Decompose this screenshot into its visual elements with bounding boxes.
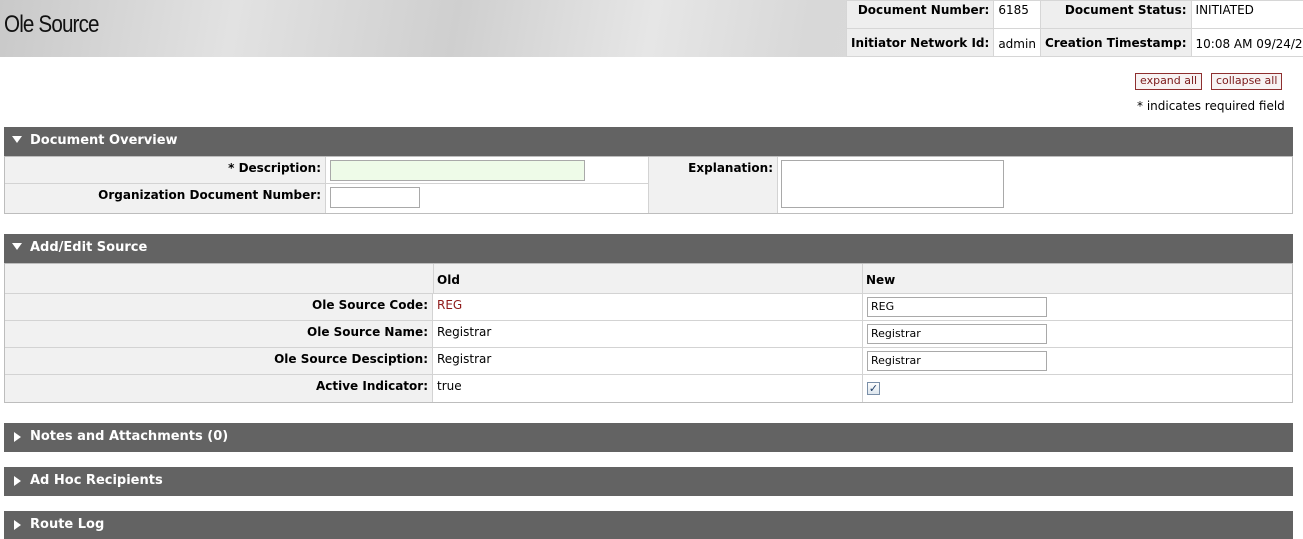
description-label: * Description: bbox=[5, 157, 326, 183]
document-status-label: Document Status: bbox=[1039, 0, 1192, 29]
source-code-row: Ole Source Code: REG REG bbox=[5, 294, 1292, 321]
description-input[interactable] bbox=[330, 160, 585, 181]
add-edit-source-body: Old New Ole Source Code: REG REG Ole Sou… bbox=[4, 263, 1293, 403]
section-title: Document Overview bbox=[30, 133, 178, 148]
ad-hoc-recipients-header[interactable]: Ad Hoc Recipients bbox=[4, 467, 1293, 496]
source-description-old: Registrar bbox=[437, 352, 492, 366]
add-edit-source-header[interactable]: Add/Edit Source bbox=[4, 234, 1293, 263]
old-column-header: Old bbox=[437, 273, 460, 287]
page-title: Ole Source bbox=[4, 11, 100, 38]
source-code-label: Ole Source Code: bbox=[5, 294, 433, 320]
section-title: Add/Edit Source bbox=[30, 240, 148, 255]
explanation-label: Explanation: bbox=[649, 157, 778, 213]
expand-all-button[interactable]: expand all bbox=[1135, 73, 1203, 90]
collapse-triangle-icon[interactable] bbox=[12, 136, 22, 143]
active-indicator-new-cell: ✓ bbox=[862, 375, 1292, 402]
column-header-row: Old New bbox=[5, 264, 1292, 294]
source-code-new-cell: REG bbox=[862, 294, 1292, 320]
source-name-row: Ole Source Name: Registrar Registrar bbox=[5, 321, 1292, 348]
expand-collapse-controls: expand all collapse all bbox=[1135, 73, 1287, 90]
source-name-old: Registrar bbox=[437, 325, 492, 339]
source-name-label: Ole Source Name: bbox=[5, 321, 433, 347]
document-overview-header[interactable]: Document Overview bbox=[4, 127, 1293, 156]
route-log-header[interactable]: Route Log bbox=[4, 511, 1293, 539]
section-title: Route Log bbox=[30, 517, 105, 532]
source-name-new-cell: Registrar bbox=[862, 321, 1292, 347]
expand-triangle-icon[interactable] bbox=[14, 432, 21, 442]
creation-timestamp-value: 10:08 AM 09/24/2013 bbox=[1190, 28, 1303, 57]
expand-triangle-icon[interactable] bbox=[14, 476, 21, 486]
active-indicator-old: true bbox=[437, 379, 462, 393]
notes-attachments-header[interactable]: Notes and Attachments (0) bbox=[4, 423, 1293, 452]
explanation-textarea[interactable] bbox=[781, 160, 1004, 208]
source-name-input[interactable]: Registrar bbox=[867, 324, 1047, 344]
new-column-header: New bbox=[866, 273, 896, 287]
source-code-input[interactable]: REG bbox=[867, 297, 1047, 317]
description-row: * Description: bbox=[5, 157, 648, 184]
creation-timestamp-label: Creation Timestamp: bbox=[1039, 28, 1192, 57]
expand-triangle-icon[interactable] bbox=[14, 520, 21, 530]
collapse-triangle-icon[interactable] bbox=[12, 243, 22, 250]
column-divider bbox=[433, 264, 434, 294]
section-title: Ad Hoc Recipients bbox=[30, 473, 163, 488]
active-indicator-checkbox[interactable]: ✓ bbox=[867, 382, 880, 395]
active-indicator-row: Active Indicator: true ✓ bbox=[5, 375, 1292, 402]
required-field-note: * indicates required field bbox=[1137, 99, 1285, 113]
section-title: Notes and Attachments (0) bbox=[30, 429, 229, 444]
checkmark-icon: ✓ bbox=[868, 382, 879, 395]
collapse-all-button[interactable]: collapse all bbox=[1210, 73, 1283, 90]
org-doc-number-label: Organization Document Number: bbox=[5, 184, 326, 213]
active-indicator-label: Active Indicator: bbox=[5, 375, 433, 402]
document-number-value: 6185 bbox=[993, 0, 1041, 29]
source-description-row: Ole Source Desciption: Registrar Registr… bbox=[5, 348, 1292, 375]
document-status-value: INITIATED bbox=[1190, 0, 1303, 29]
source-code-old: REG bbox=[437, 298, 463, 312]
org-doc-number-input[interactable] bbox=[330, 187, 420, 208]
source-description-label: Ole Source Desciption: bbox=[5, 348, 433, 374]
document-number-label: Document Number: bbox=[845, 0, 995, 29]
initiator-value: admin bbox=[993, 28, 1041, 57]
source-description-input[interactable]: Registrar bbox=[867, 351, 1047, 371]
column-divider bbox=[862, 264, 863, 294]
source-description-new-cell: Registrar bbox=[862, 348, 1292, 374]
document-info-table: Document Number: 6185 Document Status: I… bbox=[845, 0, 1303, 57]
initiator-label: Initiator Network Id: bbox=[845, 28, 995, 57]
document-overview-body: * Description: Organization Document Num… bbox=[4, 156, 1293, 214]
org-doc-number-row: Organization Document Number: bbox=[5, 184, 648, 213]
page-header: Ole Source Document Number: 6185 Documen… bbox=[0, 0, 1303, 57]
